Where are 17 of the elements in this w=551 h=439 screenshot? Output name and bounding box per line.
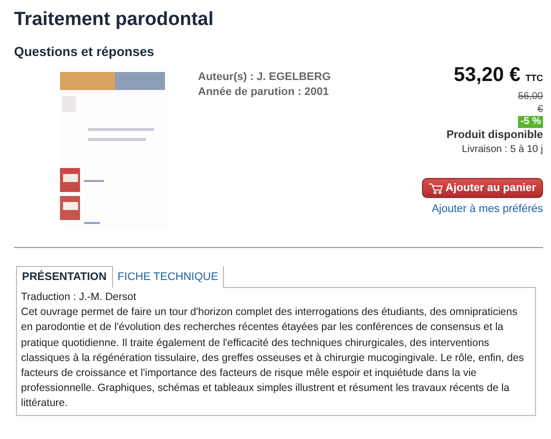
detail-line: Auteur(s) : J. EGELBERG — [198, 70, 332, 84]
product-subtitle: Questions et réponses — [14, 44, 156, 60]
discount-badge: -5 % — [518, 116, 543, 128]
add-to-favorites-link[interactable]: Ajouter à mes préférés — [432, 203, 543, 215]
delivery-time: Livraison : 5 à 10 j — [462, 144, 543, 155]
cart-icon — [428, 182, 443, 194]
price: 53,20 € — [454, 64, 520, 87]
description-text: Traduction : J.-M. Dersot — [21, 290, 138, 305]
tab[interactable]: FICHE TECHNIQUE — [112, 266, 224, 288]
add-to-cart-button[interactable]: Ajouter au panier — [422, 178, 543, 198]
tax-label: TTC — [526, 73, 543, 83]
product-title: Traitement parodontal — [14, 8, 215, 32]
tab[interactable]: PRÉSENTATION — [16, 266, 113, 288]
availability: Produit disponible — [446, 129, 543, 141]
detail-line: Année de parution : 2001 — [198, 85, 330, 99]
old-price: 56,00 € — [516, 90, 543, 116]
description-text: Cet ouvrage permet de faire un tour d'horizon complet des interrogations des étudiants, des omnipraticiens en parodontie et de l'évolution des recherches récentes étayées par les conférences de consensus et la pratique quotidienne. Il traite également de l'efficacité des techniques chirurgicales, des interventions classiques à la régénération tissulaire, des greffes osseuses et à chirurgie mucogingivale. Le rôle, enfin, des facteurs de croissance et l'importance des facteurs de risque mêle espoir et inquiétude dans la vie professionnelle. Graphiques, schémas et tableaux simples illustrent et résument les travaux récents de la littérature. — [21, 305, 525, 412]
